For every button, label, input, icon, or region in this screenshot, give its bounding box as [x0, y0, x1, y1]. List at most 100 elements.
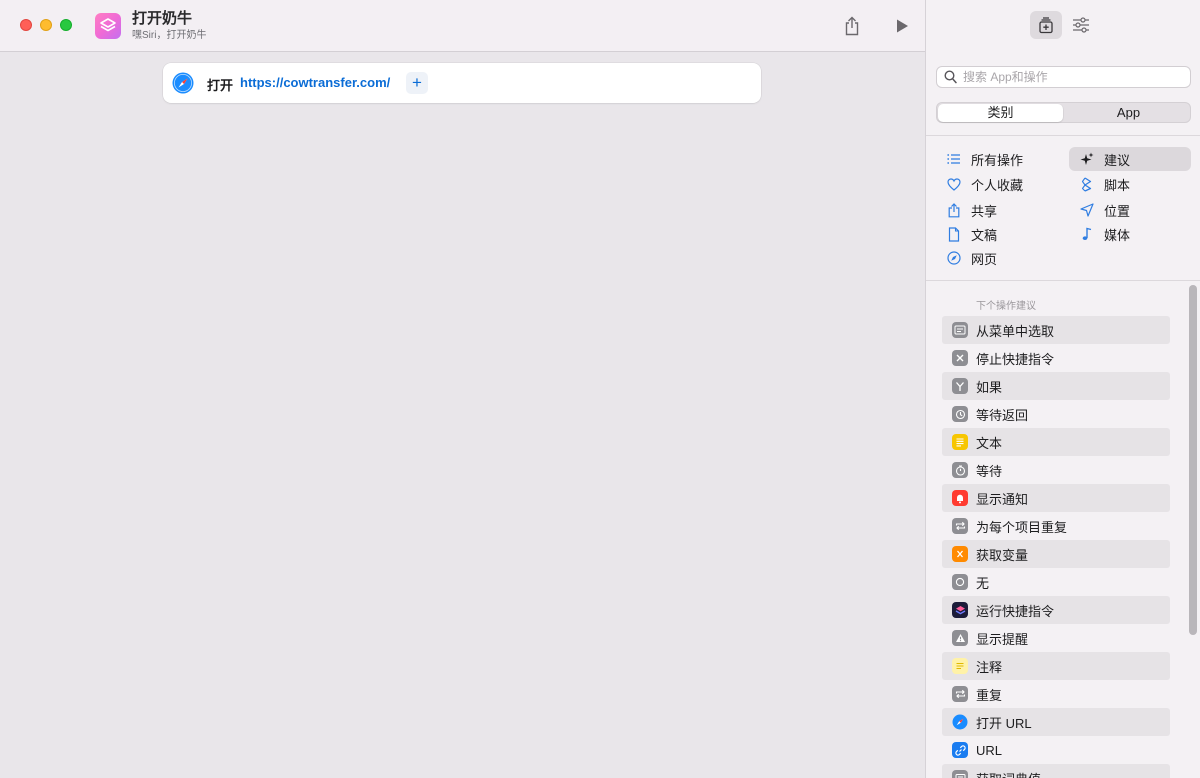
menu-icon	[952, 322, 968, 338]
minimize-window-button[interactable]	[40, 19, 52, 31]
category-label: 共享	[971, 203, 998, 219]
suggestion-label: 文本	[976, 435, 1003, 451]
suggestion-nothing[interactable]: 无	[942, 568, 1170, 596]
action-library-button[interactable]	[1030, 11, 1062, 39]
category-label: 建议	[1104, 152, 1131, 168]
suggestion-label: URL	[976, 742, 1003, 758]
shortcut-details-button[interactable]	[1065, 11, 1097, 39]
shortcut-title[interactable]: 打开奶牛	[132, 10, 206, 28]
suggestion-show-notification[interactable]: 显示通知	[942, 484, 1170, 512]
share-button[interactable]	[840, 14, 864, 38]
segment-apps[interactable]: App	[1065, 103, 1192, 123]
category-list: 所有操作 个人收藏 共享 文稿 网页 建议 脚本 位置 媒体	[926, 137, 1200, 281]
close-window-button[interactable]	[20, 19, 32, 31]
nothing-icon	[952, 574, 968, 590]
category-web[interactable]: 网页	[936, 246, 1056, 270]
zoom-window-button[interactable]	[60, 19, 72, 31]
safari-icon	[172, 72, 194, 94]
suggestion-label: 从菜单中选取	[976, 323, 1055, 339]
notification-icon	[952, 490, 968, 506]
suggestion-list: 从菜单中选取 停止快捷指令 如果 等待返回 文本 等待 显示通知 为每个项目重复…	[942, 316, 1170, 778]
suggestion-get-dictionary-value[interactable]: 获取词典值	[942, 764, 1170, 778]
sparkle-icon	[1079, 151, 1095, 167]
search-icon	[944, 70, 957, 87]
timer-icon	[952, 462, 968, 478]
search-field[interactable]	[936, 66, 1191, 88]
share-icon	[946, 202, 962, 218]
suggestion-label: 如果	[976, 379, 1003, 395]
safari-icon	[952, 714, 968, 730]
category-all-actions[interactable]: 所有操作	[936, 147, 1056, 171]
suggestion-wait[interactable]: 等待	[942, 456, 1170, 484]
editor-pane: 打开奶牛 嘿Siri，打开奶牛 打开 https://cowtransfer.c…	[0, 0, 925, 778]
category-location[interactable]: 位置	[1069, 198, 1191, 222]
branch-icon	[952, 378, 968, 394]
repeat-each-icon	[952, 518, 968, 534]
category-documents[interactable]: 文稿	[936, 222, 1056, 246]
suggestion-open-url[interactable]: 打开 URL	[942, 708, 1170, 736]
sidebar-header: 类别 App	[926, 0, 1200, 136]
suggestion-run-shortcut[interactable]: 运行快捷指令	[942, 596, 1170, 624]
share-icon	[845, 16, 859, 36]
title-bar: 打开奶牛 嘿Siri，打开奶牛	[0, 0, 925, 52]
shortcuts-icon	[952, 602, 968, 618]
suggestion-stop-shortcut[interactable]: 停止快捷指令	[942, 344, 1170, 372]
segment-categories[interactable]: 类别	[938, 104, 1063, 122]
category-label: 个人收藏	[971, 177, 1024, 193]
alert-icon	[952, 630, 968, 646]
list-icon	[946, 151, 962, 167]
category-sharing[interactable]: 共享	[936, 198, 1056, 222]
suggestion-label: 无	[976, 575, 990, 591]
music-note-icon	[1079, 226, 1095, 242]
run-button[interactable]	[890, 14, 914, 38]
category-label: 脚本	[1104, 177, 1131, 193]
text-icon	[952, 434, 968, 450]
category-label: 媒体	[1104, 227, 1131, 243]
suggestion-get-variable[interactable]: 获取变量	[942, 540, 1170, 568]
variable-icon	[952, 546, 968, 562]
action-verb: 打开	[207, 78, 234, 93]
siri-phrase: 嘿Siri，打开奶牛	[132, 30, 207, 41]
suggestion-choose-from-menu[interactable]: 从菜单中选取	[942, 316, 1170, 344]
suggestion-label: 重复	[976, 687, 1003, 703]
category-label: 网页	[971, 251, 998, 267]
suggestion-text[interactable]: 文本	[942, 428, 1170, 456]
suggestion-label: 等待返回	[976, 407, 1029, 423]
suggestion-repeat-with-each[interactable]: 为每个项目重复	[942, 512, 1170, 540]
suggestion-label: 显示通知	[976, 491, 1029, 507]
suggestion-wait-to-return[interactable]: 等待返回	[942, 400, 1170, 428]
shortcut-icon[interactable]	[95, 13, 121, 39]
url-parameter[interactable]: https://cowtransfer.com/	[240, 75, 390, 90]
suggestion-label: 停止快捷指令	[976, 351, 1055, 367]
title-block: 打开奶牛 嘿Siri，打开奶牛	[132, 10, 206, 42]
search-input[interactable]	[963, 69, 1183, 85]
dictionary-icon	[952, 770, 968, 778]
category-suggestions[interactable]: 建议	[1069, 147, 1191, 171]
suggestion-label: 获取变量	[976, 547, 1029, 563]
history-icon	[952, 406, 968, 422]
suggestion-comment[interactable]: 注释	[942, 652, 1170, 680]
suggestion-label: 运行快捷指令	[976, 603, 1055, 619]
next-action-suggestions: 下个操作建议 从菜单中选取 停止快捷指令 如果 等待返回 文本 等待 显示通知 …	[926, 282, 1200, 778]
suggestions-scrollbar[interactable]	[1189, 285, 1197, 635]
open-url-action[interactable]: 打开 https://cowtransfer.com/ +	[163, 63, 761, 103]
add-parameter-button[interactable]: +	[406, 72, 428, 94]
suggestion-if[interactable]: 如果	[942, 372, 1170, 400]
category-favorites[interactable]: 个人收藏	[936, 172, 1056, 196]
suggestion-url[interactable]: URL	[942, 736, 1170, 764]
document-icon	[946, 226, 962, 242]
suggestions-header: 下个操作建议	[976, 301, 1036, 312]
suggestion-show-alert[interactable]: 显示提醒	[942, 624, 1170, 652]
action-library-sidebar: 类别 App 所有操作 个人收藏	[925, 0, 1200, 778]
sliders-icon	[1073, 17, 1089, 33]
category-media[interactable]: 媒体	[1069, 222, 1191, 246]
category-scripting[interactable]: 脚本	[1069, 172, 1191, 196]
shortcuts-window: 打开奶牛 嘿Siri，打开奶牛 打开 https://cowtransfer.c…	[0, 0, 1200, 778]
stop-icon	[952, 350, 968, 366]
suggestion-label: 注释	[976, 659, 1003, 675]
link-icon	[952, 742, 968, 758]
category-label: 位置	[1104, 203, 1131, 219]
suggestion-label: 等待	[976, 463, 1003, 479]
repeat-icon	[952, 686, 968, 702]
suggestion-repeat[interactable]: 重复	[942, 680, 1170, 708]
